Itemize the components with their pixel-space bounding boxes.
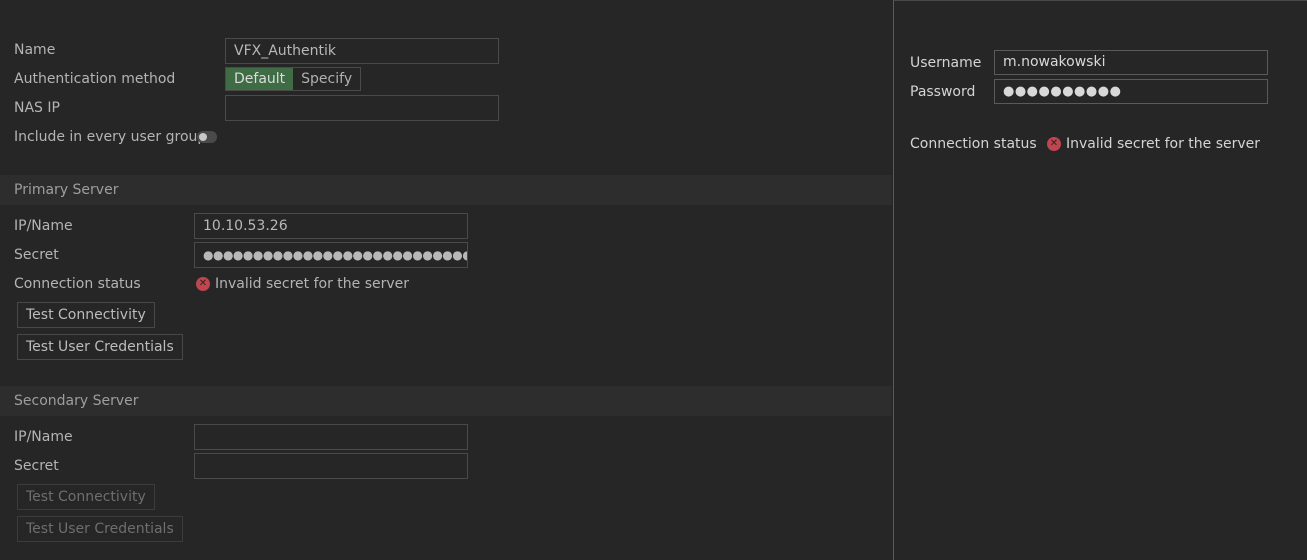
username-label: Username (910, 55, 982, 71)
primary-test-connectivity-button[interactable]: Test Connectivity (17, 302, 155, 328)
secondary-test-credentials-button[interactable]: Test User Credentials (17, 516, 183, 542)
toggle-knob (199, 133, 207, 141)
primary-connection-status-label: Connection status (14, 276, 141, 292)
secondary-secret-input[interactable] (194, 453, 468, 479)
primary-secret-label: Secret (14, 247, 59, 263)
auth-default-option[interactable]: Default (226, 68, 294, 90)
nas-ip-input[interactable] (225, 95, 499, 121)
username-input[interactable]: m.nowakowski (994, 50, 1268, 75)
primary-ip-label: IP/Name (14, 218, 73, 234)
password-input[interactable]: ●●●●●●●●●● (994, 79, 1268, 104)
auth-method-selector: Default Specify (225, 67, 362, 91)
include-every-group-toggle[interactable] (197, 131, 217, 143)
password-label: Password (910, 84, 976, 100)
primary-server-title: Primary Server (14, 182, 119, 198)
panel-connection-status-text: Invalid secret for the server (1066, 136, 1261, 152)
auth-method-label: Authentication method (14, 71, 176, 87)
primary-test-credentials-button[interactable]: Test User Credentials (17, 334, 183, 360)
auth-specify-option[interactable]: Specify (293, 68, 360, 90)
primary-secret-input[interactable]: ●●●●●●●●●●●●●●●●●●●●●●●●●●●●●●●● (194, 242, 468, 268)
secondary-server-title: Secondary Server (14, 393, 139, 409)
secondary-ip-input[interactable] (194, 424, 468, 450)
primary-server-header (0, 175, 892, 205)
panel-connection-status-label: Connection status (910, 136, 1037, 152)
secondary-secret-label: Secret (14, 458, 59, 474)
primary-connection-status-text: Invalid secret for the server (215, 276, 410, 292)
include-every-group-label: Include in every user group (14, 129, 207, 145)
name-input[interactable]: VFX_Authentik (225, 38, 499, 64)
primary-ip-input[interactable]: 10.10.53.26 (194, 213, 468, 239)
nas-ip-label: NAS IP (14, 100, 60, 116)
secondary-ip-label: IP/Name (14, 429, 73, 445)
error-x-icon: ✕ (1047, 137, 1061, 151)
credentials-panel: Username m.nowakowski Password ●●●●●●●●●… (893, 0, 1307, 560)
name-label: Name (14, 42, 56, 58)
secondary-test-connectivity-button[interactable]: Test Connectivity (17, 484, 155, 510)
error-x-icon: ✕ (196, 277, 210, 291)
